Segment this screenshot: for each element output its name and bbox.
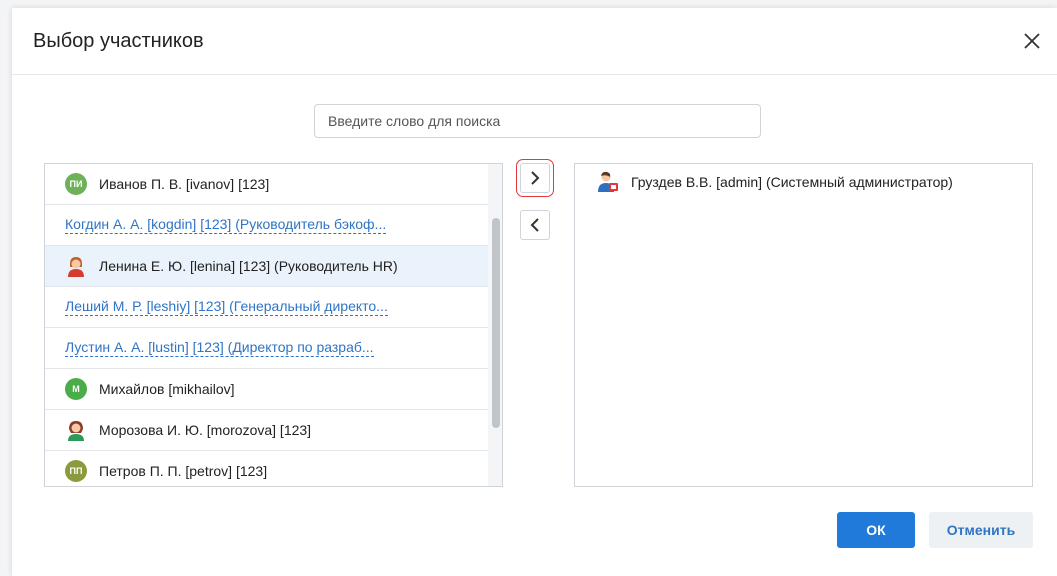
list-item-label: Леший М. Р. [leshiy] [123] (Генеральный …: [65, 298, 388, 316]
list-item-label: Когдин А. А. [kogdin] [123] (Руководител…: [65, 216, 387, 234]
participants-dialog: Выбор участников ПИ Иванов П. В. [ivanov…: [12, 8, 1057, 576]
selected-list[interactable]: Груздев В.В. [admin] (Системный админист…: [574, 163, 1033, 487]
ok-button[interactable]: ОК: [837, 512, 915, 548]
remove-selected-button[interactable]: [520, 210, 550, 240]
available-list[interactable]: ПИ Иванов П. В. [ivanov] [123] Когдин А.…: [44, 163, 503, 487]
list-item-lustin[interactable]: Лустин А. А. [lustin] [123] (Директор по…: [45, 328, 490, 369]
person-female-icon: [65, 255, 87, 277]
chevron-left-icon: [530, 218, 539, 232]
selected-item-gruzdev[interactable]: Груздев В.В. [admin] (Системный админист…: [575, 164, 1032, 200]
list-item-petrov[interactable]: ПП Петров П. П. [petrov] [123]: [45, 451, 490, 486]
avatar: М: [65, 378, 87, 400]
add-selected-button[interactable]: [516, 159, 554, 197]
list-item-kogdin[interactable]: Когдин А. А. [kogdin] [123] (Руководител…: [45, 205, 490, 246]
admin-user-icon: [597, 171, 619, 193]
close-icon: [1024, 33, 1040, 49]
chevron-right-icon: [531, 171, 540, 185]
list-item-label: Морозова И. Ю. [morozova] [123]: [99, 422, 312, 438]
avatar: ПП: [65, 460, 87, 482]
cancel-button[interactable]: Отменить: [929, 512, 1033, 548]
dialog-title: Выбор участников: [33, 30, 204, 52]
close-button[interactable]: [1019, 28, 1045, 54]
list-item-leshiy[interactable]: Леший М. Р. [leshiy] [123] (Генеральный …: [45, 287, 490, 328]
search-input[interactable]: [314, 104, 761, 138]
list-item-label: Петров П. П. [petrov] [123]: [99, 463, 268, 479]
avatar: ПИ: [65, 173, 87, 195]
list-item-mikhailov[interactable]: М Михайлов [mikhailov]: [45, 369, 490, 410]
scrollbar-thumb[interactable]: [492, 218, 500, 428]
scrollbar[interactable]: [488, 164, 502, 486]
selected-item-label: Груздев В.В. [admin] (Системный админист…: [631, 174, 953, 190]
list-item-label: Иванов П. В. [ivanov] [123]: [99, 176, 270, 192]
list-item-label: Ленина Е. Ю. [lenina] [123] (Руководител…: [99, 258, 398, 274]
list-item-label: Михайлов [mikhailov]: [99, 381, 235, 397]
list-item-lenina[interactable]: Ленина Е. Ю. [lenina] [123] (Руководител…: [45, 246, 490, 287]
list-item-ivanov[interactable]: ПИ Иванов П. В. [ivanov] [123]: [45, 164, 490, 205]
list-item-morozova[interactable]: Морозова И. Ю. [morozova] [123]: [45, 410, 490, 451]
person-female-icon: [65, 419, 87, 441]
list-item-label: Лустин А. А. [lustin] [123] (Директор по…: [65, 339, 374, 357]
available-list-items: ПИ Иванов П. В. [ivanov] [123] Когдин А.…: [45, 164, 490, 486]
dialog-header: Выбор участников: [12, 8, 1057, 75]
